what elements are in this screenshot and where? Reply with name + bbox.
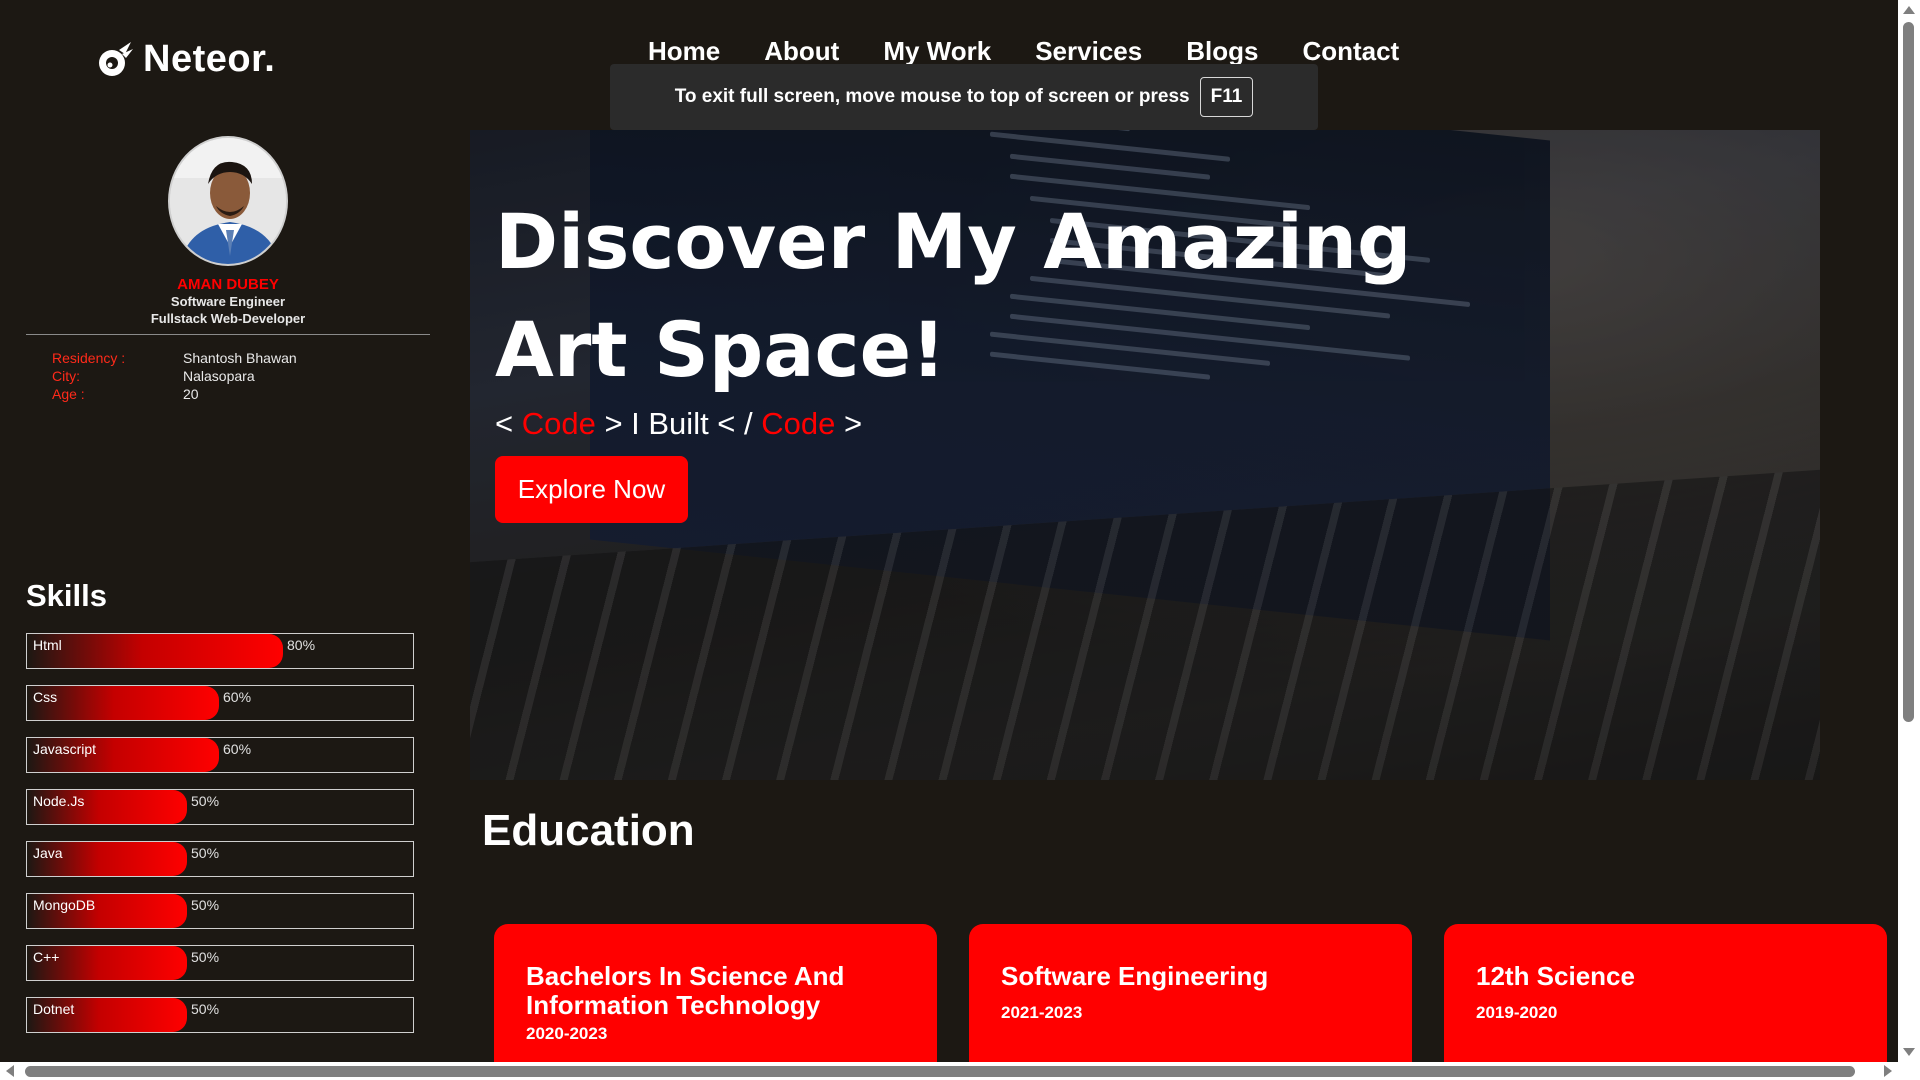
fullscreen-notice-text: To exit full screen, move mouse to top o… — [674, 86, 1190, 107]
profile-sidebar: Neteor. AMAN DUBEY Software Engineer Ful… — [0, 0, 446, 1062]
skill-percent: 50% — [191, 845, 220, 861]
education-card-title: Software Engineering — [1001, 961, 1269, 991]
hero-subtitle: < Code > I Built < / Code > — [495, 406, 862, 442]
info-label: Residency : — [52, 350, 126, 366]
skill-name: Html — [33, 637, 62, 653]
nav-services[interactable]: Services — [1035, 36, 1142, 67]
nav-blogs[interactable]: Blogs — [1186, 36, 1258, 67]
profile-info: Residency : Shantosh Bhawan City: Nalaso… — [52, 349, 297, 403]
vertical-scrollbar[interactable] — [1898, 0, 1920, 1062]
main-nav: Home About My Work Services Blogs Contac… — [648, 36, 1443, 67]
skill-fill — [27, 634, 283, 668]
brand-logo[interactable]: Neteor. — [95, 38, 275, 81]
info-row-residency: Residency : Shantosh Bhawan — [52, 349, 297, 367]
skill-name: Java — [33, 845, 63, 861]
profile-role-secondary: Fullstack Web-Developer — [150, 311, 306, 326]
skill-percent: 60% — [223, 741, 252, 757]
skill-percent: 50% — [191, 793, 220, 809]
skill-bar-mongodb: MongoDB 50% — [26, 893, 414, 929]
nav-my-work[interactable]: My Work — [883, 36, 991, 67]
hero-title-line-1: Discover My Amazing — [495, 197, 1412, 286]
skills-title: Skills — [26, 578, 107, 613]
scroll-down-arrow-icon[interactable] — [1903, 1048, 1915, 1056]
info-label: City: — [52, 368, 80, 384]
info-value: Nalasopara — [183, 368, 255, 384]
education-card-title: 12th Science — [1476, 961, 1635, 991]
skill-name: C++ — [33, 949, 60, 965]
education-title: Education — [482, 806, 695, 855]
skill-name: MongoDB — [33, 897, 96, 913]
hero-sub-code: Code — [521, 406, 596, 441]
info-value: 20 — [183, 386, 199, 402]
skill-bar-css: Css 60% — [26, 685, 414, 721]
hero-sub-part: < — [495, 406, 522, 441]
skill-percent: 80% — [287, 637, 316, 653]
education-cards: Bachelors In Science And Information Tec… — [494, 924, 1887, 1064]
skill-percent: 50% — [191, 897, 220, 913]
hero-sub-code: Code — [761, 406, 836, 441]
skill-bar-cpp: C++ 50% — [26, 945, 414, 981]
fullscreen-notice: To exit full screen, move mouse to top o… — [610, 64, 1318, 130]
nav-contact[interactable]: Contact — [1302, 36, 1399, 67]
hero-sub-part: > — [835, 406, 863, 441]
profile-role: Software Engineer — [170, 294, 286, 309]
education-card-years: 2020-2023 — [526, 1024, 608, 1043]
education-card[interactable]: 12th Science 2019-2020 — [1444, 924, 1887, 1064]
education-card[interactable]: Bachelors In Science And Information Tec… — [494, 924, 937, 1064]
skill-name: Javascript — [33, 741, 97, 757]
skill-bar-html: Html 80% — [26, 633, 414, 669]
skill-bar-dotnet: Dotnet 50% — [26, 997, 414, 1033]
nav-home[interactable]: Home — [648, 36, 720, 67]
brand-name: Neteor. — [143, 38, 276, 80]
skill-percent: 50% — [191, 949, 220, 965]
profile-name: AMAN DUBEY — [177, 276, 279, 293]
skill-percent: 50% — [191, 1001, 220, 1017]
explore-now-button[interactable]: Explore Now — [495, 456, 688, 523]
nav-about[interactable]: About — [764, 36, 839, 67]
skill-name: Css — [33, 689, 58, 705]
vertical-scroll-thumb[interactable] — [1903, 22, 1914, 722]
avatar — [168, 136, 288, 266]
skill-name: Node.Js — [33, 793, 85, 809]
scroll-left-arrow-icon[interactable] — [6, 1065, 14, 1077]
skills-list: Html 80% Css 60% Javascript 60% Node.Js … — [26, 633, 414, 1049]
hero-title-line-2: Art Space! — [495, 305, 946, 394]
skill-percent: 60% — [223, 689, 252, 705]
skill-bar-nodejs: Node.Js 50% — [26, 789, 414, 825]
skill-bar-javascript: Javascript 60% — [26, 737, 414, 773]
info-row-city: City: Nalasopara — [52, 367, 297, 385]
education-card-years: 2019-2020 — [1476, 1003, 1558, 1022]
hero-banner: Discover My Amazing Art Space! < Code > … — [470, 130, 1820, 780]
education-card[interactable]: Software Engineering 2021-2023 — [969, 924, 1412, 1064]
horizontal-scroll-thumb[interactable] — [25, 1066, 1855, 1077]
divider — [26, 334, 430, 335]
horizontal-scrollbar[interactable] — [0, 1062, 1920, 1080]
info-label: Age : — [52, 386, 85, 402]
hero-title: Discover My Amazing Art Space! — [495, 188, 1595, 404]
scroll-up-arrow-icon[interactable] — [1903, 6, 1915, 14]
meteor-icon — [99, 41, 133, 76]
person-photo — [170, 138, 286, 264]
skill-name: Dotnet — [33, 1001, 75, 1017]
f11-key: F11 — [1199, 77, 1254, 117]
education-card-title: Bachelors In Science And Information Tec… — [526, 961, 845, 1020]
education-card-years: 2021-2023 — [1001, 1003, 1083, 1022]
info-value: Shantosh Bhawan — [183, 350, 297, 366]
info-row-age: Age : 20 — [52, 385, 297, 403]
scroll-right-arrow-icon[interactable] — [1884, 1065, 1892, 1077]
hero-sub-part: > I Built < / — [595, 406, 762, 441]
skill-bar-java: Java 50% — [26, 841, 414, 877]
